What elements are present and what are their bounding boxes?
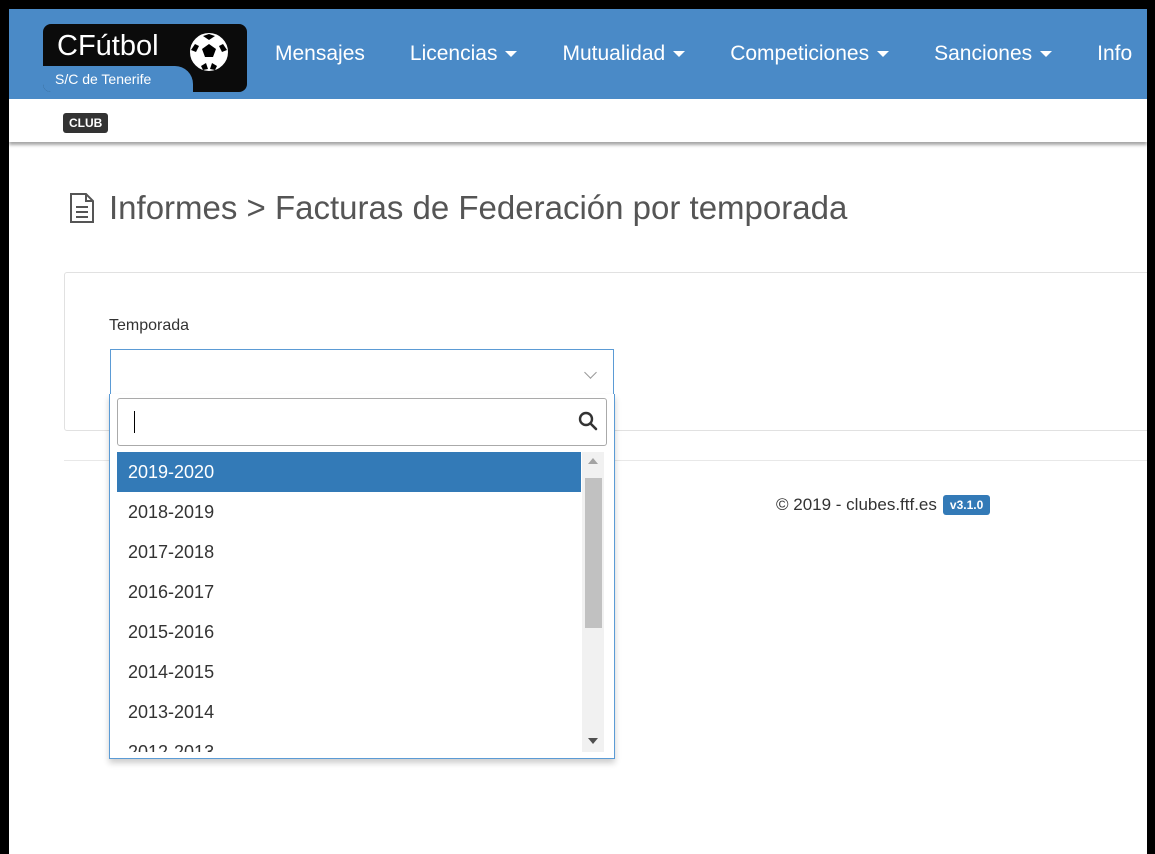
nav-label: Mensajes [275, 42, 365, 65]
dropdown-option[interactable]: 2015-2016 [117, 612, 581, 652]
document-icon [70, 193, 94, 223]
temporada-select[interactable] [110, 349, 614, 397]
brand-name: CFútbol [57, 30, 159, 62]
footer-copyright: © 2019 - clubes.ftf.es [776, 495, 937, 514]
browser-viewport: CFútbol S/C de Tenerife Mensajes Licenci… [9, 9, 1147, 854]
nav-label: Mutualidad [562, 42, 666, 65]
temporada-label: Temporada [109, 317, 190, 334]
scroll-down-arrow-icon[interactable] [588, 738, 598, 744]
dropdown-scrollbar[interactable] [582, 452, 604, 752]
dropdown-options: 2019-2020 2018-2019 2017-2018 2016-2017 … [117, 452, 581, 752]
dropdown-option[interactable]: 2013-2014 [117, 692, 581, 732]
dropdown-option[interactable]: 2016-2017 [117, 572, 581, 612]
caret-down-icon [505, 51, 518, 57]
temporada-dropdown: 2019-2020 2018-2019 2017-2018 2016-2017 … [109, 394, 615, 759]
brand-logo[interactable]: CFútbol S/C de Tenerife [43, 24, 247, 92]
caret-down-icon [673, 51, 686, 57]
dropdown-option[interactable]: 2012-2013 [117, 732, 581, 752]
dropdown-option[interactable]: 2018-2019 [117, 492, 581, 532]
nav-info[interactable]: Info [1097, 42, 1132, 66]
caret-down-icon [877, 51, 890, 57]
nav-label: Licencias [409, 42, 498, 65]
search-icon [578, 411, 598, 431]
soccer-ball-icon [190, 33, 228, 71]
nav-competiciones[interactable]: Competiciones [730, 42, 890, 66]
caret-down-icon [1040, 51, 1053, 57]
brand-subtitle-bar: S/C de Tenerife [43, 66, 193, 92]
dropdown-option[interactable]: 2019-2020 [117, 452, 581, 492]
nav-licencias[interactable]: Licencias [410, 42, 518, 66]
dropdown-search-input[interactable] [117, 398, 607, 446]
dropdown-option[interactable]: 2014-2015 [117, 652, 581, 692]
scrollbar-thumb[interactable] [585, 478, 602, 628]
club-badge: CLUB [63, 113, 109, 133]
text-cursor [134, 411, 135, 433]
dropdown-option[interactable]: 2017-2018 [117, 532, 581, 572]
chevron-down-icon [584, 366, 597, 379]
page-title-text: Informes > Facturas de Federación por te… [109, 189, 848, 226]
nav-mensajes[interactable]: Mensajes [275, 42, 365, 66]
nav-sanciones[interactable]: Sanciones [934, 42, 1053, 66]
main-nav: Mensajes Licencias Mutualidad Competicio… [275, 9, 1147, 99]
nav-label: Sanciones [934, 42, 1033, 65]
nav-label: Competiciones [730, 42, 870, 65]
top-navbar: CFútbol S/C de Tenerife Mensajes Licenci… [9, 9, 1147, 99]
scroll-up-arrow-icon[interactable] [588, 458, 598, 464]
brand-subtitle: S/C de Tenerife [55, 71, 152, 87]
nav-label: Info [1097, 42, 1133, 65]
club-bar: CLUB [9, 99, 1147, 142]
footer: © 2019 - clubes.ftf.es v3.1.0 [776, 495, 991, 515]
page-title: Informes > Facturas de Federación por te… [69, 189, 847, 227]
nav-mutualidad[interactable]: Mutualidad [562, 42, 686, 66]
version-badge: v3.1.0 [942, 495, 991, 515]
